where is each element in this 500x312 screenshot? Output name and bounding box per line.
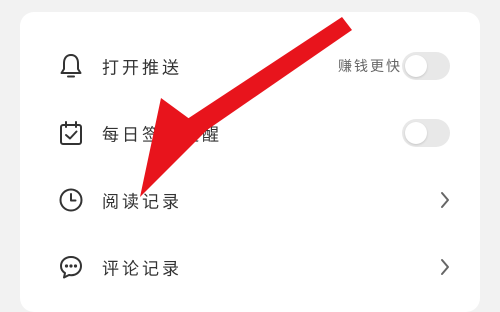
bell-icon	[56, 51, 86, 81]
checkin-reminder-toggle[interactable]	[402, 118, 450, 147]
settings-card: 打开推送 赚钱更快 每日签到提醒 阅读记录 评论记录	[20, 12, 480, 312]
settings-row-label: 评论记录	[102, 259, 182, 279]
push-toggle[interactable]	[402, 51, 450, 80]
comment-icon	[56, 252, 86, 282]
calendar-check-icon	[56, 118, 86, 148]
settings-row-comment-history[interactable]: 评论记录	[20, 233, 480, 300]
settings-row-reading-history[interactable]: 阅读记录	[20, 166, 480, 233]
settings-row-label: 打开推送	[102, 58, 182, 78]
settings-row-checkin-reminder[interactable]: 每日签到提醒	[20, 99, 480, 166]
chevron-right-icon	[438, 257, 452, 277]
settings-row-label: 每日签到提醒	[102, 125, 222, 145]
toggle-knob	[405, 121, 427, 144]
push-hint-text: 赚钱更快	[338, 58, 402, 75]
settings-row-push[interactable]: 打开推送 赚钱更快	[20, 32, 480, 99]
settings-row-label: 阅读记录	[102, 192, 182, 212]
chevron-right-icon	[438, 190, 452, 210]
toggle-knob	[405, 54, 427, 77]
clock-icon	[56, 185, 86, 215]
